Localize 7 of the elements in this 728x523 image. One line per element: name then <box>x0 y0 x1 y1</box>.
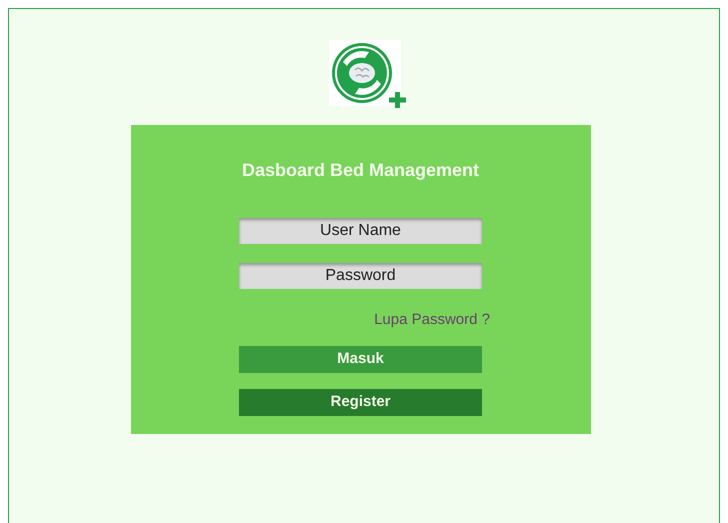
forgot-password-link[interactable]: Lupa Password ? <box>374 309 490 332</box>
input-field[interactable]: Password <box>239 263 482 289</box>
dashboard-title: Dasboard Bed Management <box>242 159 480 182</box>
brain-care-logo-icon <box>329 40 409 110</box>
login-button[interactable]: Masuk <box>239 346 482 372</box>
input-field[interactable]: User Name <box>239 218 482 244</box>
register-button[interactable]: Register <box>239 388 482 416</box>
